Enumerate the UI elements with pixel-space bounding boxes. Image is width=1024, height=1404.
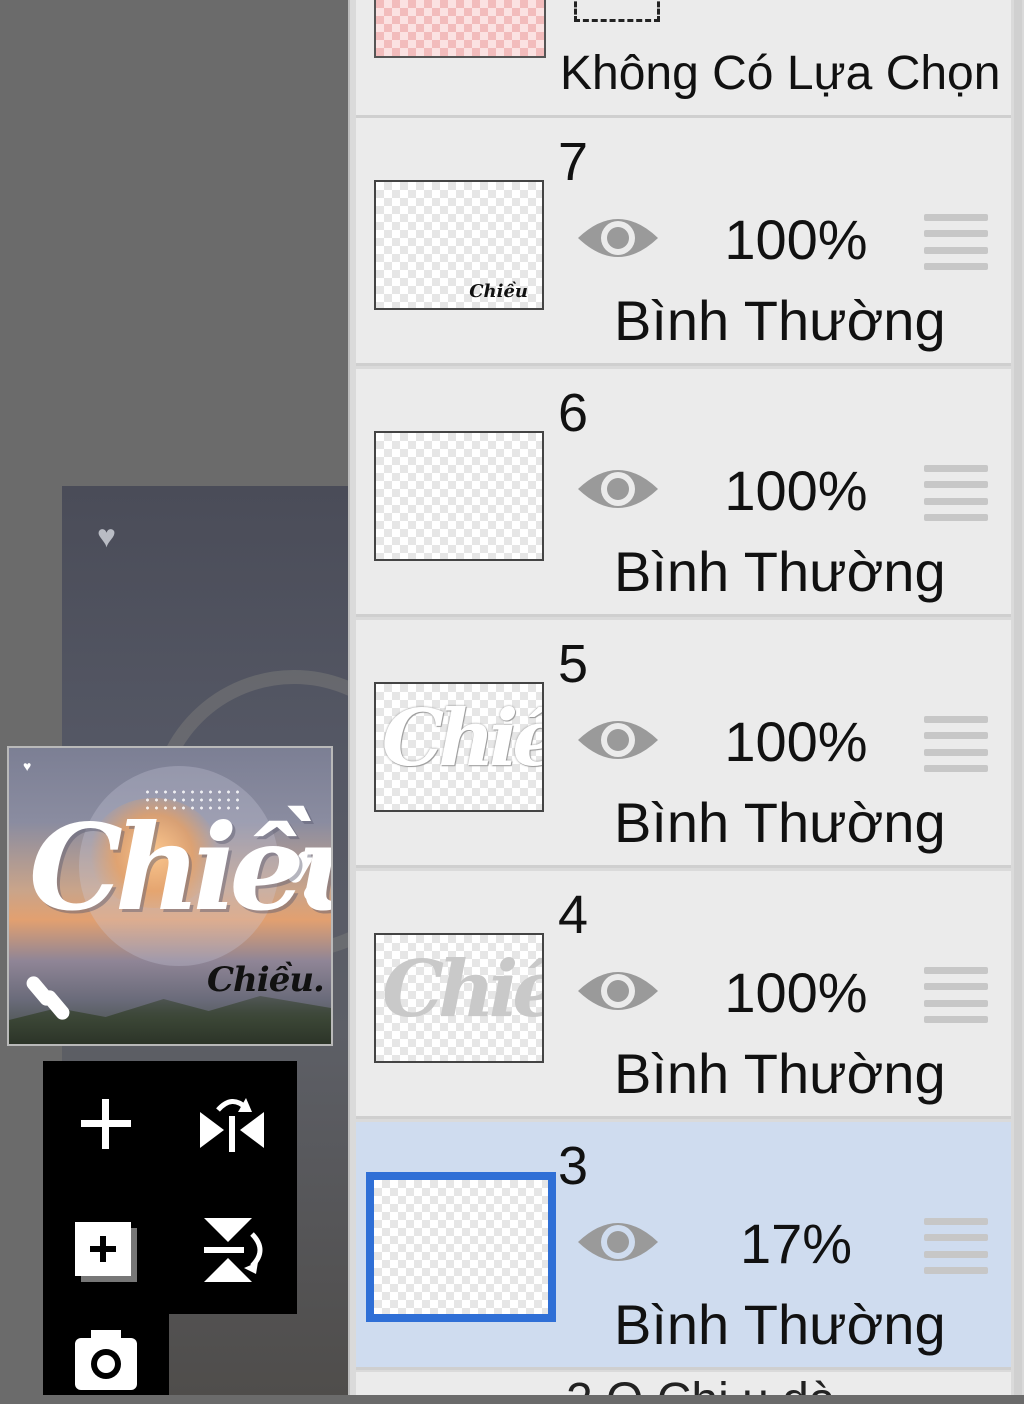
heart-icon: ♥ [97, 518, 116, 554]
layer-tool-panel [43, 1061, 297, 1314]
drag-handle-line [924, 1218, 988, 1225]
layer-thumbnail[interactable]: Chiều [374, 682, 544, 812]
flip-vertical-icon [204, 1218, 263, 1282]
artwork-preview-thumbnail[interactable]: ♥ Chiều Chiều. [7, 746, 333, 1046]
layer-number: 5 [558, 634, 589, 694]
drag-handle-line [924, 230, 988, 238]
layer-row-5[interactable]: Chiều 5 100% Bình Thường [356, 620, 1011, 868]
camera-icon [75, 1330, 137, 1390]
layer-number: 4 [558, 885, 589, 945]
layer-opacity[interactable]: 100% [696, 210, 896, 270]
layer-thumbnail-art: Chiều [469, 281, 528, 302]
visibility-eye-icon[interactable] [574, 710, 662, 770]
drag-handle-line [924, 764, 988, 772]
selection-marquee-icon [574, 0, 660, 22]
camera-button[interactable] [61, 1324, 151, 1404]
drag-handle-line [924, 262, 988, 270]
drag-handle-line [924, 465, 988, 472]
drag-handle-line [924, 999, 988, 1007]
layer-blend-mode[interactable]: Bình Thường [614, 1294, 946, 1356]
drag-handle-line [924, 748, 988, 756]
drag-handle-line [924, 497, 988, 505]
layer-opacity[interactable]: 100% [696, 963, 896, 1023]
flip-vertical-button[interactable] [187, 1205, 277, 1295]
drag-handle-icon[interactable] [924, 465, 988, 521]
selection-thumbnail [374, 0, 546, 58]
layer-row-4[interactable]: Chiều 4 100% Bình Thường [356, 871, 1011, 1119]
layer-thumbnail[interactable] [366, 1172, 556, 1322]
drag-handle-icon[interactable] [924, 967, 988, 1023]
preview-signature-text: Chiều. [207, 960, 325, 1000]
heart-icon: ♥ [23, 758, 32, 774]
layer-row-7[interactable]: Chiều 7 100% Bình Thường [356, 118, 1011, 366]
visibility-eye-icon[interactable] [574, 1212, 662, 1272]
layer-thumbnail[interactable] [374, 431, 544, 561]
layer-number: 3 [558, 1136, 589, 1196]
add-copy-icon [75, 1222, 137, 1282]
visibility-eye-icon[interactable] [574, 208, 662, 268]
drag-handle-line [924, 1266, 988, 1274]
drag-handle-line [924, 1250, 988, 1258]
layer-opacity[interactable]: 100% [696, 461, 896, 521]
layers-panel: Không Có Lựa Chọn Chiều 7 100% Bình Thường 6… [348, 0, 1024, 1395]
layer-thumbnail-art: Chiều [382, 944, 542, 1035]
layer-number: 6 [558, 383, 589, 443]
layer-opacity[interactable]: 100% [696, 712, 896, 772]
drag-handle-line [924, 246, 988, 254]
layer-thumbnail[interactable]: Chiều [374, 180, 544, 310]
layers-scrollbar[interactable] [1014, 0, 1022, 1395]
drag-handle-line [924, 732, 988, 740]
drag-handle-line [924, 983, 988, 991]
duplicate-layer-button[interactable] [61, 1205, 151, 1295]
drag-handle-icon[interactable] [924, 716, 988, 772]
layer-number: 7 [558, 132, 589, 192]
drag-handle-line [924, 716, 988, 723]
drag-handle-line [924, 214, 988, 221]
layer-thumbnail-art: Chiều [382, 693, 542, 784]
visibility-eye-icon[interactable] [574, 459, 662, 519]
layer-blend-mode[interactable]: Bình Thường [614, 290, 946, 352]
layer-blend-mode[interactable]: Bình Thường [614, 792, 946, 854]
layer-thumbnail[interactable]: Chiều [374, 933, 544, 1063]
add-layer-button[interactable] [61, 1079, 151, 1169]
flip-horizontal-icon [200, 1098, 264, 1152]
layer-row-3[interactable]: 3 17% Bình Thường [356, 1122, 1011, 1370]
plus-icon [81, 1099, 131, 1149]
drag-handle-icon[interactable] [924, 1218, 988, 1274]
layer-blend-mode[interactable]: Bình Thường [614, 541, 946, 603]
drag-handle-line [924, 1234, 988, 1242]
visibility-eye-icon[interactable] [574, 961, 662, 1021]
layer-opacity[interactable]: 17% [696, 1214, 896, 1274]
selection-label: Không Có Lựa Chọn [560, 47, 1001, 100]
drag-handle-line [924, 481, 988, 489]
preview-title-text: Chiều [29, 798, 331, 937]
layer-row-partial[interactable]: 2 Q Chi u dà [356, 1372, 1011, 1395]
layer-blend-mode[interactable]: Bình Thường [614, 1043, 946, 1105]
flip-horizontal-button[interactable] [187, 1079, 277, 1169]
selection-layer-row[interactable]: Không Có Lựa Chọn [356, 0, 1011, 118]
layer-row-6[interactable]: 6 100% Bình Thường [356, 369, 1011, 617]
drag-handle-line [924, 1015, 988, 1023]
drag-handle-line [924, 513, 988, 521]
layer-tool-panel-extension [43, 1314, 169, 1395]
layer-row-partial-text: 2 Q Chi u dà [566, 1376, 835, 1396]
drag-handle-icon[interactable] [924, 214, 988, 270]
drag-handle-line [924, 967, 988, 974]
